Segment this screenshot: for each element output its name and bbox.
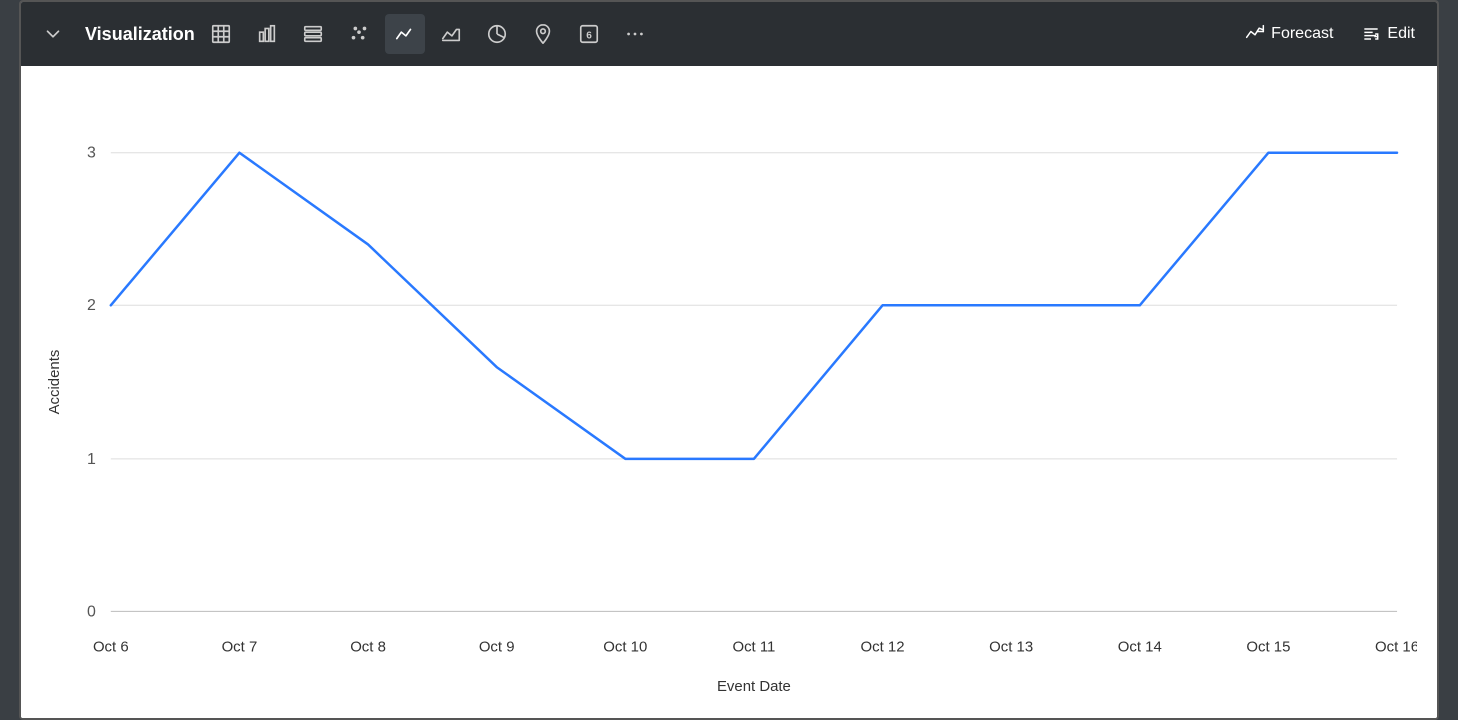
- stacked-rows-icon: [302, 23, 324, 45]
- visualization-dropdown-btn[interactable]: [33, 14, 73, 54]
- chevron-down-icon: [42, 23, 64, 45]
- forecast-label: Forecast: [1271, 25, 1333, 43]
- y-axis-label: Accidents: [46, 350, 63, 415]
- stacked-icon-btn[interactable]: [293, 14, 333, 54]
- table-icon: [210, 23, 232, 45]
- more-dots-icon: [624, 23, 646, 45]
- line-chart: 0 1 2 3 Accidents Oct 6 Oct 7 Oct 8 Oct …: [41, 86, 1417, 708]
- x-label-oct16: Oct 16: [1375, 638, 1417, 655]
- y-tick-3: 3: [87, 145, 96, 162]
- x-label-oct9: Oct 9: [479, 638, 515, 655]
- more-options-btn[interactable]: [615, 14, 655, 54]
- single-value-icon-btn[interactable]: 6: [569, 14, 609, 54]
- toolbar: Visualization: [21, 2, 1437, 66]
- map-pin-icon: [532, 23, 554, 45]
- svg-text:6: 6: [586, 31, 592, 42]
- map-icon-btn[interactable]: [523, 14, 563, 54]
- y-tick-1: 1: [87, 451, 96, 468]
- area-chart-icon: [440, 23, 462, 45]
- scatter-icon: [348, 23, 370, 45]
- bar-chart-icon: [256, 23, 278, 45]
- x-label-oct10: Oct 10: [603, 638, 647, 655]
- line-chart-icon: [394, 23, 416, 45]
- visualization-title: Visualization: [85, 24, 195, 45]
- chart-area: 0 1 2 3 Accidents Oct 6 Oct 7 Oct 8 Oct …: [21, 66, 1437, 718]
- toolbar-right: Forecast Edit: [1235, 18, 1425, 50]
- forecast-icon: [1245, 24, 1265, 44]
- table-icon-btn[interactable]: [201, 14, 241, 54]
- y-tick-2: 2: [87, 297, 96, 314]
- x-label-oct12: Oct 12: [861, 638, 905, 655]
- x-label-oct7: Oct 7: [222, 638, 258, 655]
- x-axis-label: Event Date: [717, 678, 791, 695]
- bar-chart-icon-btn[interactable]: [247, 14, 287, 54]
- x-label-oct15: Oct 15: [1246, 638, 1290, 655]
- pie-chart-icon: [486, 23, 508, 45]
- pie-chart-icon-btn[interactable]: [477, 14, 517, 54]
- number-box-icon: 6: [578, 23, 600, 45]
- x-label-oct6: Oct 6: [93, 638, 129, 655]
- line-chart-icon-btn[interactable]: [385, 14, 425, 54]
- main-container: Visualization: [19, 0, 1439, 720]
- x-label-oct11: Oct 11: [732, 638, 775, 655]
- edit-button[interactable]: Edit: [1351, 18, 1425, 50]
- scatter-icon-btn[interactable]: [339, 14, 379, 54]
- area-chart-icon-btn[interactable]: [431, 14, 471, 54]
- edit-label: Edit: [1387, 25, 1415, 43]
- forecast-button[interactable]: Forecast: [1235, 18, 1343, 50]
- x-label-oct13: Oct 13: [989, 638, 1033, 655]
- x-label-oct8: Oct 8: [350, 638, 386, 655]
- edit-icon: [1361, 24, 1381, 44]
- toolbar-left: Visualization: [33, 14, 1231, 54]
- x-label-oct14: Oct 14: [1118, 638, 1162, 655]
- y-tick-0: 0: [87, 603, 96, 620]
